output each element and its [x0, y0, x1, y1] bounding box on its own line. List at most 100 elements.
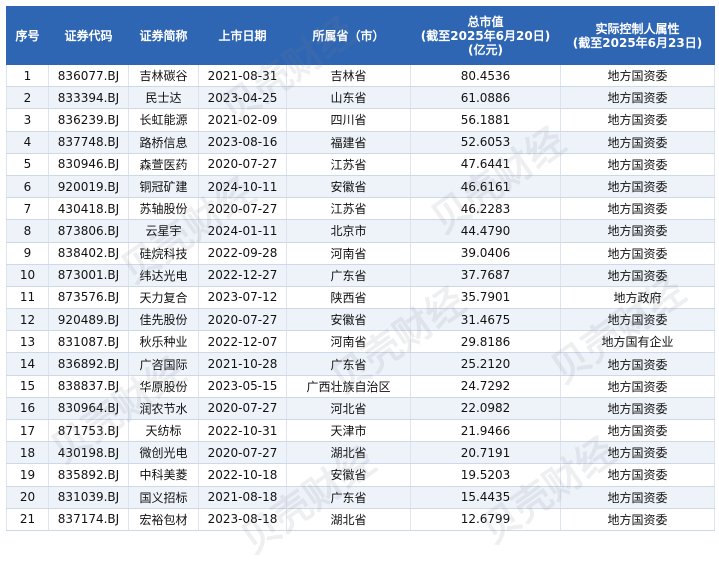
table-row: 9 838402.BJ 硅烷科技 2022-09-28 河南省 39.0406 地方国资委 [6, 242, 715, 265]
cell-name: 广咨国际 [128, 352, 199, 376]
cell-seq: 5 [6, 153, 49, 176]
cell-name: 云星宇 [128, 219, 199, 243]
cell-controller: 地方政府 [560, 286, 715, 310]
table-row: 19 835892.BJ 中科美菱 2022-10-18 安徽省 19.5203 地方国资委 [6, 463, 715, 487]
cell-date: 2024-01-11 [198, 219, 287, 243]
table-header: 序号 证券代码 证券简称 上市日期 所属省（市） 总市值 (截至2025年6月2… [6, 6, 715, 65]
cell-seq: 8 [6, 219, 49, 243]
cell-name: 宏裕包材 [128, 508, 199, 531]
table-row: 11 873576.BJ 天力复合 2023-07-12 陕西省 35.7901 地方政府 [6, 286, 715, 310]
cell-controller: 地方国资委 [560, 508, 715, 531]
cell-province: 福建省 [286, 131, 411, 154]
cell-code: 831039.BJ [48, 486, 129, 509]
table-row: 17 871753.BJ 天纺标 2022-10-31 天津市 21.9466 地方国资委 [6, 419, 715, 443]
cell-seq: 13 [6, 330, 49, 354]
cell-province: 山东省 [286, 86, 411, 110]
header-controller-date: (截至2025年6月23日) [572, 35, 703, 50]
cell-market-cap: 61.0886 [410, 86, 561, 110]
table-row: 21 837174.BJ 宏裕包材 2023-08-18 湖北省 12.6799 地方国资委 [6, 508, 715, 531]
cell-code: 873576.BJ [48, 286, 129, 310]
cell-market-cap: 37.7687 [410, 264, 561, 287]
cell-date: 2023-04-25 [198, 86, 287, 110]
cell-date: 2022-09-28 [198, 242, 287, 265]
cell-market-cap: 15.4435 [410, 486, 561, 509]
cell-controller: 地方国资委 [560, 108, 715, 132]
cell-province: 江苏省 [286, 197, 411, 221]
cell-controller: 地方国资委 [560, 264, 715, 287]
cell-name: 天力复合 [128, 286, 199, 310]
cell-date: 2023-05-15 [198, 375, 287, 398]
header-name: 证券简称 [128, 6, 199, 65]
cell-controller: 地方国资委 [560, 153, 715, 176]
cell-controller: 地方国资委 [560, 175, 715, 199]
cell-date: 2023-07-12 [198, 286, 287, 310]
cell-market-cap: 39.0406 [410, 242, 561, 265]
cell-code: 837174.BJ [48, 508, 129, 531]
cell-seq: 19 [6, 463, 49, 487]
cell-province: 湖北省 [286, 508, 411, 531]
table-row: 14 836892.BJ 广咨国际 2021-10-28 广东省 25.2120 地方国资委 [6, 352, 715, 376]
cell-market-cap: 25.2120 [410, 352, 561, 376]
cell-province: 广东省 [286, 486, 411, 509]
cell-market-cap: 46.6161 [410, 175, 561, 199]
cell-controller: 地方国资委 [560, 463, 715, 487]
cell-name: 路桥信息 [128, 131, 199, 154]
cell-code: 836892.BJ [48, 352, 129, 376]
cell-province: 安徽省 [286, 308, 411, 332]
cell-date: 2020-07-27 [198, 441, 287, 465]
cell-seq: 17 [6, 419, 49, 443]
cell-seq: 18 [6, 441, 49, 465]
cell-name: 中科美菱 [128, 463, 199, 487]
cell-province: 江苏省 [286, 153, 411, 176]
cell-market-cap: 19.5203 [410, 463, 561, 487]
cell-date: 2020-07-27 [198, 197, 287, 221]
cell-seq: 4 [6, 131, 49, 154]
cell-market-cap: 52.6053 [410, 131, 561, 154]
cell-seq: 12 [6, 308, 49, 332]
table-row: 15 838837.BJ 华原股份 2023-05-15 广西壮族自治区 24.7292 地… [6, 375, 715, 398]
cell-code: 837748.BJ [48, 131, 129, 154]
cell-controller: 地方国资委 [560, 375, 715, 398]
cell-date: 2023-08-18 [198, 508, 287, 531]
cell-province: 吉林省 [286, 64, 411, 88]
cell-name: 国义招标 [128, 486, 199, 509]
table-row: 13 831087.BJ 秋乐种业 2022-12-07 河南省 29.8186 地方国有企… [6, 330, 715, 354]
cell-market-cap: 31.4675 [410, 308, 561, 332]
cell-province: 安徽省 [286, 463, 411, 487]
header-controller: 实际控制人属性 (截至2025年6月23日) [560, 6, 715, 65]
cell-province: 广东省 [286, 264, 411, 287]
cell-date: 2022-10-18 [198, 463, 287, 487]
cell-province: 天津市 [286, 419, 411, 443]
cell-market-cap: 22.0982 [410, 397, 561, 421]
cell-seq: 10 [6, 264, 49, 287]
cell-date: 2020-07-27 [198, 153, 287, 176]
cell-name: 华原股份 [128, 375, 199, 398]
cell-date: 2022-12-07 [198, 330, 287, 354]
cell-date: 2022-10-31 [198, 419, 287, 443]
cell-code: 871753.BJ [48, 419, 129, 443]
cell-market-cap: 21.9466 [410, 419, 561, 443]
cell-code: 831087.BJ [48, 330, 129, 354]
cell-name: 吉林碳谷 [128, 64, 199, 88]
header-date: 上市日期 [198, 6, 287, 65]
header-code: 证券代码 [48, 6, 129, 65]
cell-seq: 21 [6, 508, 49, 531]
table-row: 10 873001.BJ 纬达光电 2022-12-27 广东省 37.7687 地方国资委 [6, 264, 715, 287]
cell-controller: 地方国资委 [560, 64, 715, 88]
cell-controller: 地方国资委 [560, 397, 715, 421]
header-row: 序号 证券代码 证券简称 上市日期 所属省（市） 总市值 (截至2025年6月2… [6, 6, 715, 65]
cell-name: 天纺标 [128, 419, 199, 443]
header-market-cap-date: (截至2025年6月20日) [420, 28, 551, 43]
cell-code: 838837.BJ [48, 375, 129, 398]
stock-table: 序号 证券代码 证券简称 上市日期 所属省（市） 总市值 (截至2025年6月2… [6, 6, 715, 531]
cell-name: 苏轴股份 [128, 197, 199, 221]
cell-province: 安徽省 [286, 175, 411, 199]
table-row: 12 920489.BJ 佳先股份 2020-07-27 安徽省 31.4675 地方国资委 [6, 308, 715, 332]
table-row: 5 830946.BJ 森萱医药 2020-07-27 江苏省 47.6441 地方国资委 [6, 153, 715, 176]
cell-province: 北京市 [286, 219, 411, 243]
header-market-cap-title: 总市值 [467, 14, 504, 29]
cell-date: 2021-10-28 [198, 352, 287, 376]
cell-province: 陕西省 [286, 286, 411, 310]
cell-name: 秋乐种业 [128, 330, 199, 354]
header-province: 所属省（市） [286, 6, 411, 65]
